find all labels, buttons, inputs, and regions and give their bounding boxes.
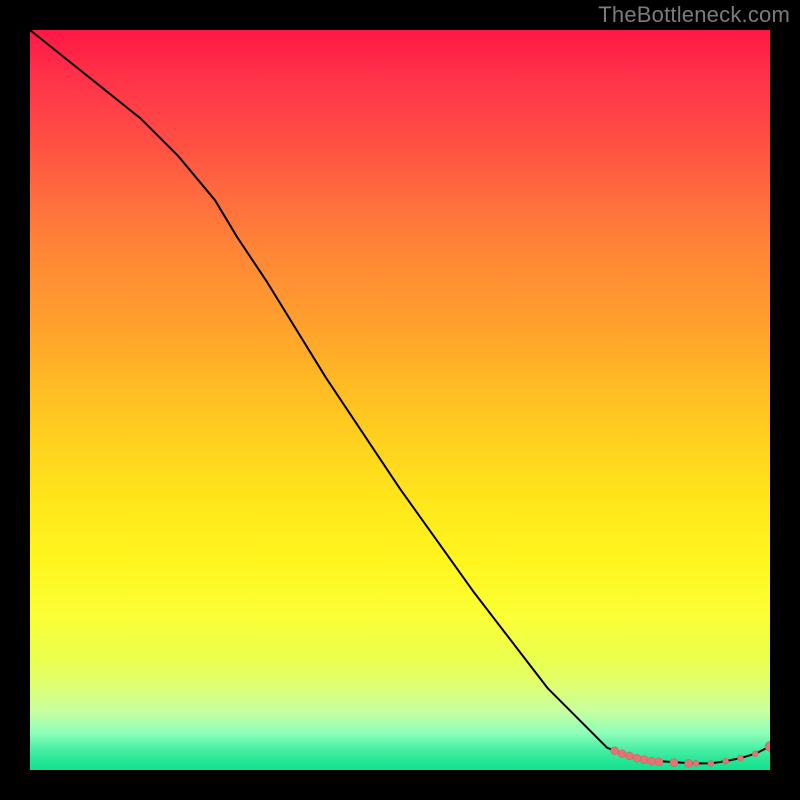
data-point [625,752,633,760]
data-point [737,755,743,761]
points-group [611,741,770,767]
data-point [670,759,678,767]
data-point [752,751,758,757]
data-point [655,758,663,766]
data-point [765,741,770,751]
data-point [640,756,648,764]
data-point [708,760,714,766]
data-point [648,757,656,765]
data-point [618,750,626,758]
chart-frame: TheBottleneck.com [0,0,800,800]
curve-line [30,30,770,763]
data-point [611,747,619,755]
data-point [685,759,693,767]
plot-area [30,30,770,770]
data-point [723,758,729,764]
data-point [693,760,699,766]
chart-svg [30,30,770,770]
watermark-text: TheBottleneck.com [598,2,790,28]
data-point [633,754,641,762]
